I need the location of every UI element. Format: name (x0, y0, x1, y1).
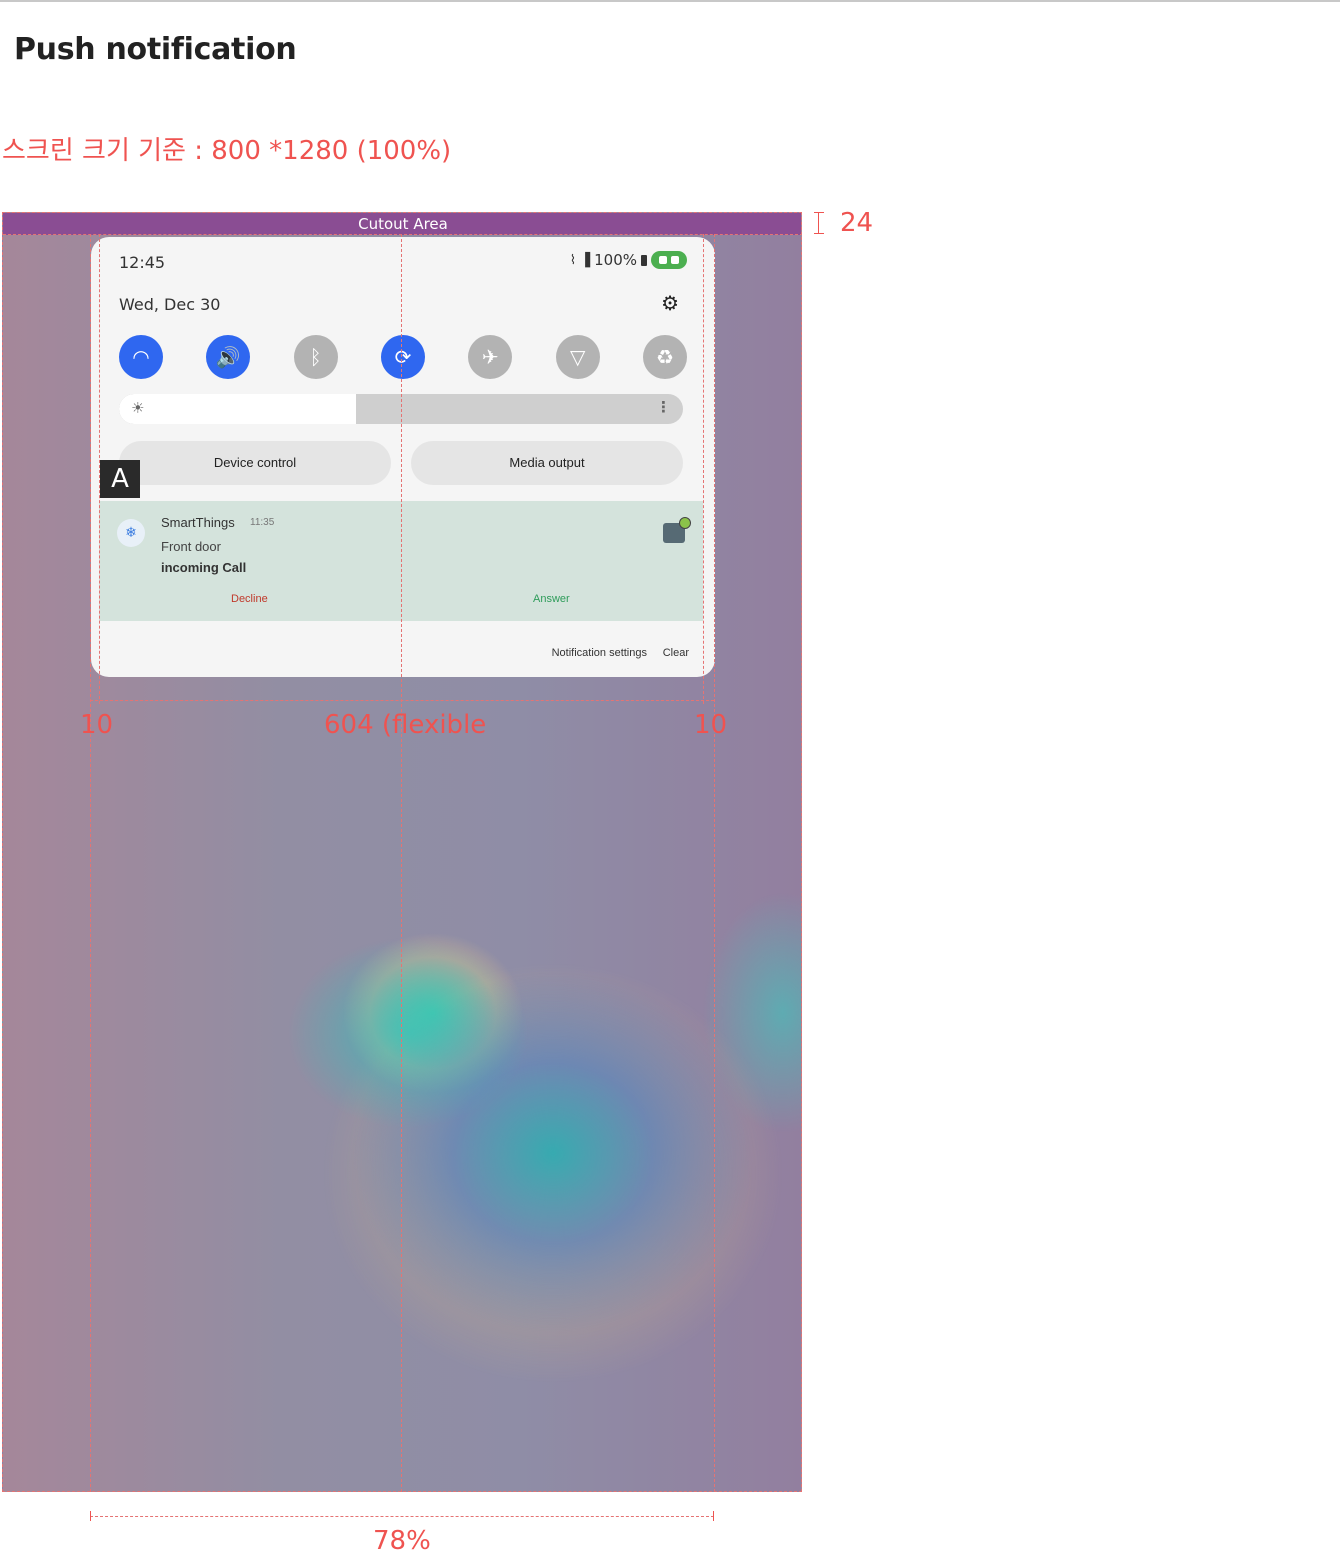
width-dimension-line (90, 700, 714, 701)
status-date: Wed, Dec 30 (119, 295, 221, 314)
left-margin-label: 10 (80, 710, 114, 740)
clear-button[interactable]: Clear (663, 647, 689, 659)
quick-panel: 12:45 ⌇ ▐ 100% Wed, Dec 30 ⚙ ◠ 🔊 ᛒ ⟳ ✈ ▽… (91, 237, 715, 677)
cutout-area: Cutout Area (3, 213, 801, 235)
notification-title: Front door (161, 539, 221, 554)
status-time: 12:45 (119, 253, 166, 272)
sound-icon[interactable]: 🔊 (206, 335, 251, 379)
battery-percent: 100% (594, 251, 637, 269)
panel-width-ratio-label: 78% (373, 1526, 431, 1556)
device-screen: Cutout Area 12:45 ⌇ ▐ 100% Wed, Dec 30 ⚙… (2, 212, 802, 1492)
power-saving-icon[interactable]: ♻ (642, 335, 687, 379)
bluetooth-icon[interactable]: ᛒ (293, 335, 338, 379)
more-options-icon[interactable]: ⋮ (656, 398, 671, 416)
airplane-icon[interactable]: ✈ (468, 335, 513, 379)
answer-button[interactable]: Answer (533, 593, 570, 605)
status-bar-icons: ⌇ ▐ 100% (570, 251, 687, 269)
sun-icon: ☀ (131, 399, 145, 417)
quick-settings-tiles: ◠ 🔊 ᛒ ⟳ ✈ ▽ ♻ (119, 335, 687, 379)
gear-icon[interactable]: ⚙ (661, 291, 679, 315)
panel-right-guide (714, 234, 715, 1492)
flashlight-icon[interactable]: ▽ (555, 335, 600, 379)
panel-left-guide (90, 234, 91, 1492)
cutout-height-label: 24 (840, 208, 874, 238)
decline-button[interactable]: Decline (231, 593, 268, 605)
cutout-height-bracket (814, 212, 829, 234)
page-title: Push notification (14, 32, 297, 67)
media-output-button[interactable]: Media output (411, 441, 683, 485)
auto-rotate-icon[interactable]: ⟳ (380, 335, 425, 379)
center-guide (401, 234, 402, 1492)
notification-settings-button[interactable]: Notification settings (552, 647, 647, 659)
right-margin-label: 10 (694, 710, 728, 740)
camera-mic-indicator-icon (651, 251, 687, 269)
cell-signal-icon: ▐ (580, 252, 591, 268)
brightness-fill (119, 394, 356, 424)
notification-time: 11:35 (250, 517, 275, 528)
camera-thumbnail-icon (663, 517, 691, 543)
notification-body: incoming Call (161, 560, 247, 575)
content-width-label: 604 (flexible (324, 710, 487, 740)
notification-app-name: SmartThings (161, 515, 235, 530)
screen-size-spec: 스크린 크기 기준 : 800 *1280 (100%) (2, 136, 452, 166)
device-control-button[interactable]: Device control (119, 441, 391, 485)
smartthings-icon: ❄ (117, 519, 145, 547)
ratio-dimension-line (90, 1516, 714, 1517)
ratio-tick-right (713, 1511, 714, 1521)
battery-icon (641, 254, 647, 266)
content-right-guide (703, 234, 704, 704)
wifi-icon[interactable]: ◠ (119, 335, 163, 379)
section-badge: A (100, 460, 140, 498)
ratio-tick-left (90, 1511, 91, 1521)
top-divider (0, 0, 1340, 2)
wifi-signal-icon: ⌇ (569, 252, 577, 268)
